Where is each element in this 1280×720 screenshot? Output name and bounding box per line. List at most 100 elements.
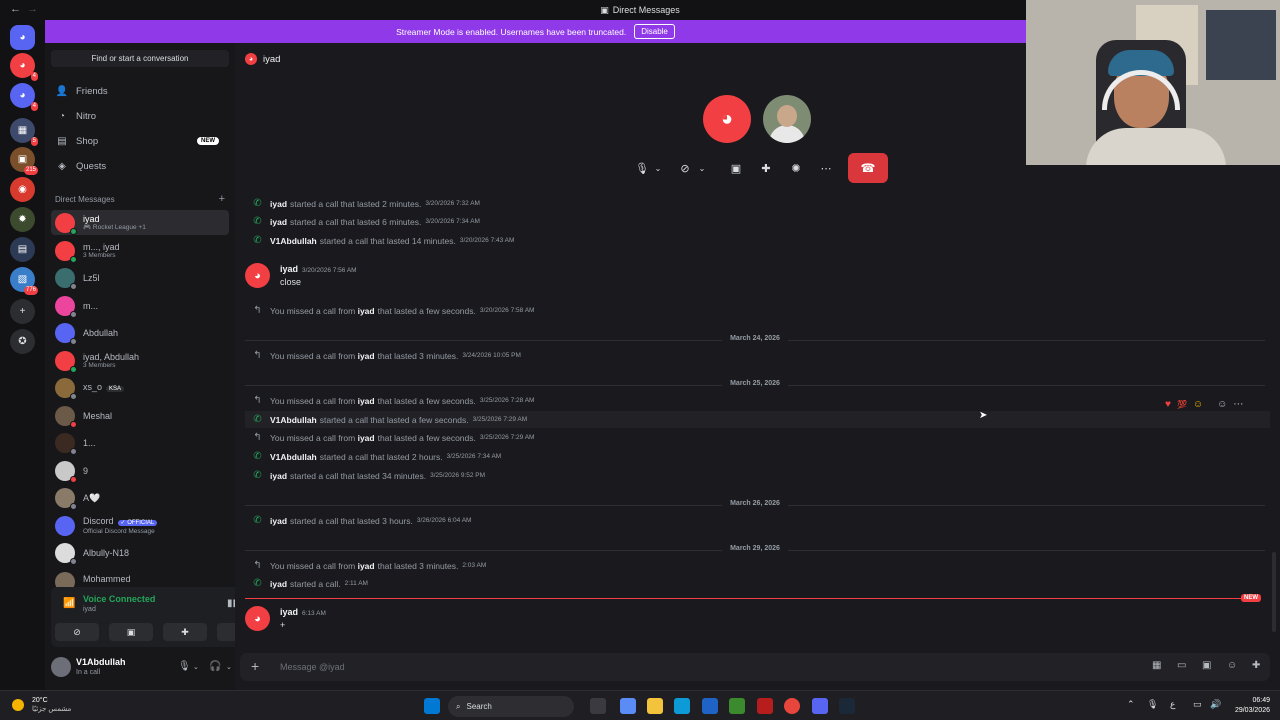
app-icon[interactable] xyxy=(757,698,773,714)
copilot-icon[interactable] xyxy=(620,698,636,714)
chrome-icon[interactable] xyxy=(784,698,800,714)
dm-item-mohammed[interactable]: Mohammed xyxy=(51,568,229,588)
dm-item-discord[interactable]: Discord ✓ OFFICIAL Official Discord Messag… xyxy=(51,513,229,538)
screen-share-button[interactable]: ▣ xyxy=(109,623,153,641)
message-author[interactable]: iyad 6:13 AM xyxy=(280,607,326,617)
weather-widget[interactable]: 20°C مشمس جزئيًا xyxy=(12,696,71,714)
call-participant-avatar[interactable] xyxy=(763,95,811,143)
volume-icon[interactable]: 🔊 xyxy=(1210,699,1221,710)
author-name[interactable]: iyad xyxy=(280,607,298,617)
nav-shop[interactable]: ▤ Shop NEW xyxy=(55,131,225,151)
find-conversation-button[interactable]: Find or start a conversation xyxy=(51,50,229,67)
steam-icon[interactable] xyxy=(839,698,855,714)
message-avatar[interactable]: ◕ xyxy=(245,263,270,288)
disable-streamer-button[interactable]: Disable xyxy=(634,24,675,39)
heart-reaction-icon[interactable]: ♥ xyxy=(1165,399,1171,410)
caller-name[interactable]: iyad xyxy=(358,561,375,571)
server-icon-8[interactable]: ▧ 776 xyxy=(10,267,38,295)
nav-nitro[interactable]: ◔ Nitro xyxy=(55,106,225,126)
caller-name[interactable]: iyad xyxy=(270,516,287,526)
dm-item-iyad[interactable]: iyad 🎮 Rocket League +1 xyxy=(51,210,229,235)
message-input[interactable]: Message @iyad xyxy=(280,662,345,672)
caller-name[interactable]: iyad xyxy=(358,351,375,361)
camera-off-button[interactable]: ⊘ xyxy=(55,623,99,641)
wifi-icon[interactable]: ▭ xyxy=(1193,699,1202,710)
discord-taskbar-icon[interactable] xyxy=(812,698,828,714)
chevron-down-icon[interactable]: ⌄ xyxy=(696,153,708,183)
more-options-icon[interactable]: ⋯ xyxy=(815,153,837,183)
message-avatar[interactable]: ◕ xyxy=(245,606,270,631)
end-call-button[interactable]: ☎ xyxy=(848,153,888,183)
nav-quests[interactable]: ◈ Quests xyxy=(55,156,225,176)
nav-friends[interactable]: 👤 Friends xyxy=(55,81,225,101)
dm-item-m[interactable]: m... xyxy=(51,293,229,318)
screen-share-icon[interactable]: ▣ xyxy=(725,153,747,183)
smile-reaction-icon[interactable]: ☺ xyxy=(1193,399,1203,410)
caller-name[interactable]: V1Abdullah xyxy=(270,452,317,462)
author-name[interactable]: iyad xyxy=(280,264,298,274)
dm-item-group-1[interactable]: m..., iyad 3 Members xyxy=(51,238,229,263)
call-participant-avatar[interactable]: ◕ xyxy=(703,95,751,143)
activities-button[interactable]: ✚ xyxy=(163,623,207,641)
chevron-down-icon[interactable]: ⌄ xyxy=(226,663,232,671)
caller-name[interactable]: iyad xyxy=(270,471,287,481)
caller-name[interactable]: iyad xyxy=(270,579,287,589)
clock[interactable]: 06:49 29/03/2026 xyxy=(1235,696,1270,716)
microphone-icon[interactable]: 🎙 xyxy=(178,661,191,672)
tray-chevron-icon[interactable]: ⌃ xyxy=(1127,699,1135,710)
gift-icon[interactable]: ▦ xyxy=(1152,660,1161,671)
chevron-down-icon[interactable]: ⌄ xyxy=(193,663,199,671)
gif-icon[interactable]: ▭ xyxy=(1177,660,1186,671)
server-icon-4[interactable]: ▣ 215 xyxy=(10,147,38,175)
headphones-icon[interactable]: 🎧 xyxy=(209,661,221,672)
camera-off-icon[interactable]: ⊘ xyxy=(676,153,694,183)
message-author[interactable]: iyad 3/20/2026 7:56 AM xyxy=(280,264,357,274)
minecraft-icon[interactable] xyxy=(729,698,745,714)
add-server-icon[interactable]: + xyxy=(10,299,35,324)
dm-item-meshal[interactable]: Meshal xyxy=(51,403,229,428)
server-icon-2[interactable]: ◕ 4 xyxy=(10,83,38,111)
dm-item-group-2[interactable]: iyad, Abdullah 3 Members xyxy=(51,348,229,373)
back-arrow-icon[interactable]: ← xyxy=(10,3,21,15)
server-icon-7[interactable]: ▤ xyxy=(10,237,35,262)
soundboard-icon[interactable]: ✺ xyxy=(785,153,807,183)
sticker-icon[interactable]: ▣ xyxy=(1202,660,1211,671)
windows-start-icon[interactable] xyxy=(424,698,440,714)
tray-mic-icon[interactable]: 🎙 xyxy=(1147,699,1158,710)
chevron-down-icon[interactable]: ⌄ xyxy=(652,153,664,183)
dm-item-lz5l[interactable]: Lz5l xyxy=(51,265,229,290)
server-icon-5[interactable]: ◉ xyxy=(10,177,35,202)
add-reaction-icon[interactable]: ☺ xyxy=(1217,399,1227,410)
discover-compass-icon[interactable]: ✪ xyxy=(10,329,35,354)
chat-scrollbar[interactable] xyxy=(1272,552,1276,632)
hundred-reaction-icon[interactable]: 💯 xyxy=(1177,400,1187,409)
attach-plus-icon[interactable]: + xyxy=(251,658,259,674)
server-icon-1[interactable]: ◕ 4 xyxy=(10,53,38,81)
server-icon-3[interactable]: ▦ 5 xyxy=(10,118,38,146)
caller-name[interactable]: iyad xyxy=(358,396,375,406)
dm-item-abdullah[interactable]: Abdullah xyxy=(51,320,229,345)
activities-icon[interactable]: ✚ xyxy=(755,153,777,183)
dm-item-albully[interactable]: Albully-N18 xyxy=(51,540,229,565)
caller-name[interactable]: V1Abdullah xyxy=(270,415,317,425)
caller-name[interactable]: iyad xyxy=(358,306,375,316)
more-options-icon[interactable]: ⋯ xyxy=(1233,399,1243,410)
dm-item-xs-o[interactable]: xs_o KSA xyxy=(51,375,229,400)
caller-name[interactable]: iyad xyxy=(358,433,375,443)
taskbar-search[interactable]: ⌕ Search xyxy=(448,696,574,717)
caller-name[interactable]: iyad xyxy=(270,199,287,209)
store-icon[interactable] xyxy=(702,698,718,714)
create-dm-plus-icon[interactable]: + xyxy=(219,194,225,205)
apps-icon[interactable]: ✚ xyxy=(1252,660,1260,671)
user-avatar[interactable] xyxy=(51,657,71,677)
dm-item-1[interactable]: 1... xyxy=(51,430,229,455)
home-dm-button[interactable]: ◕ xyxy=(10,25,35,50)
emoji-icon[interactable]: ☺ xyxy=(1227,660,1237,671)
caller-name[interactable]: V1Abdullah xyxy=(270,236,317,246)
file-explorer-icon[interactable] xyxy=(647,698,663,714)
microphone-icon[interactable]: 🎙 xyxy=(633,153,651,183)
dm-item-9[interactable]: 9 xyxy=(51,458,229,483)
edge-icon[interactable] xyxy=(674,698,690,714)
dm-item-a[interactable]: A🤍 xyxy=(51,485,229,510)
language-indicator[interactable]: ع xyxy=(1170,699,1175,710)
